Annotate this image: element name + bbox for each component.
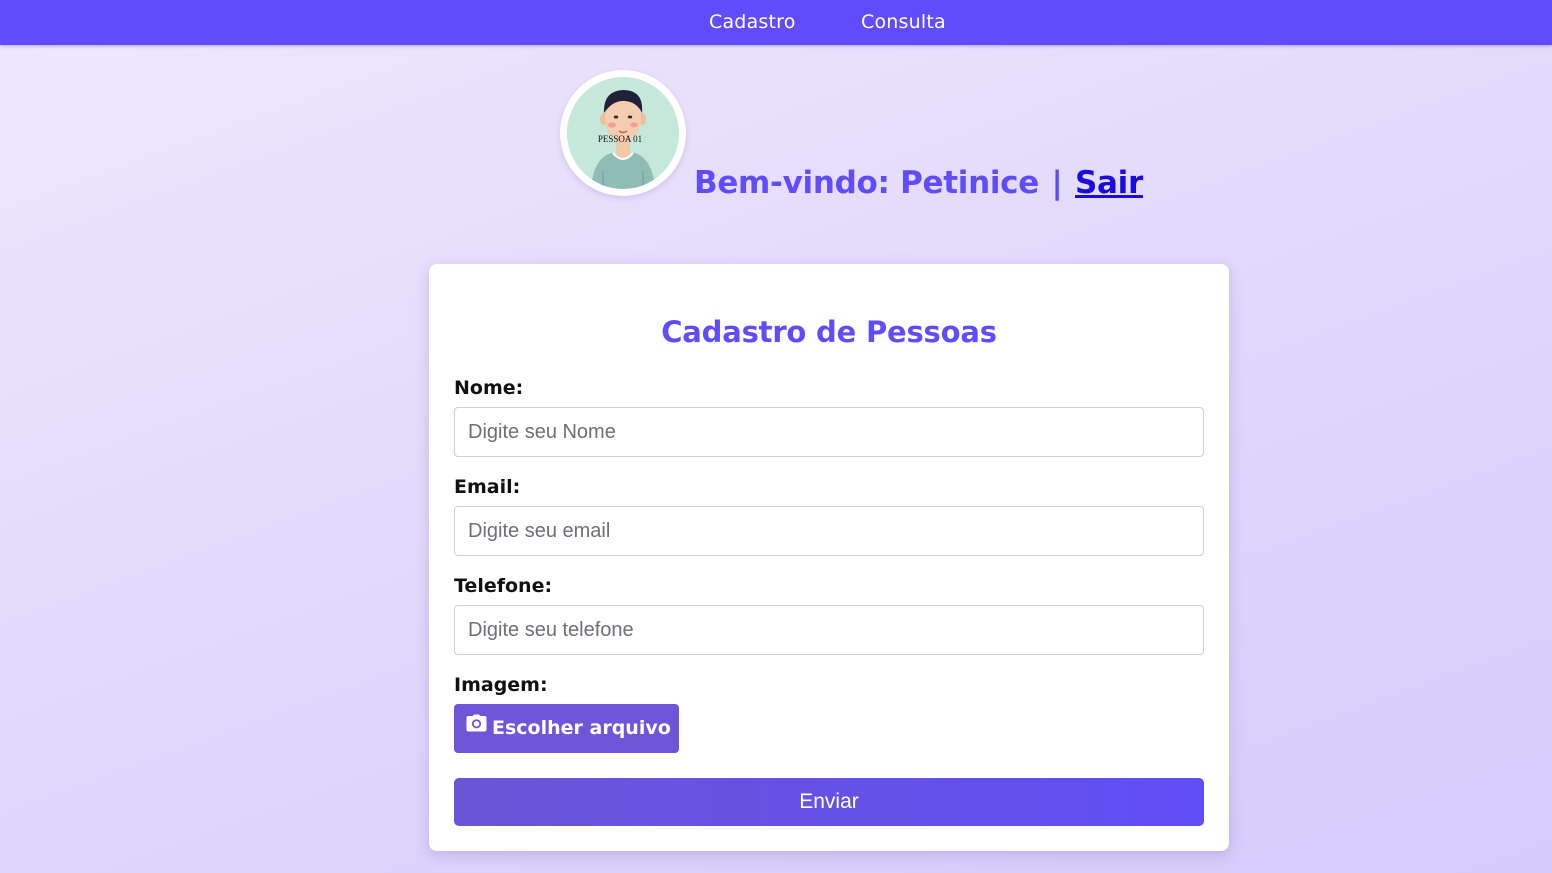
name-input[interactable]	[454, 407, 1204, 457]
avatar: PESSOA 01	[560, 70, 686, 196]
welcome-separator: |	[1051, 165, 1063, 201]
camera-icon	[466, 702, 487, 751]
submit-button[interactable]: Enviar	[454, 778, 1204, 826]
avatar-caption: PESSOA 01	[598, 134, 642, 144]
welcome-text: Bem-vindo: Petinice	[694, 165, 1039, 201]
nav-link-cadastro[interactable]: Cadastro	[709, 10, 796, 34]
nav-link-consulta[interactable]: Consulta	[861, 10, 946, 34]
top-navbar: Cadastro Consulta	[0, 0, 1552, 45]
email-label: Email:	[454, 476, 521, 498]
avatar-illustration: PESSOA 01	[567, 77, 679, 189]
logout-link[interactable]: Sair	[1075, 165, 1143, 201]
registration-form-card: Cadastro de Pessoas Nome: Email: Telefon…	[429, 264, 1229, 851]
phone-label: Telefone:	[454, 575, 553, 597]
phone-input[interactable]	[454, 605, 1204, 655]
form-title: Cadastro de Pessoas	[661, 315, 997, 349]
image-label: Imagem:	[454, 674, 548, 696]
welcome-heading: Bem-vindo: Petinice | Sair	[694, 163, 1143, 203]
choose-file-button[interactable]: Escolher arquivo	[454, 704, 679, 753]
name-label: Nome:	[454, 377, 524, 399]
choose-file-label: Escolher arquivo	[492, 717, 671, 739]
email-input[interactable]	[454, 506, 1204, 556]
